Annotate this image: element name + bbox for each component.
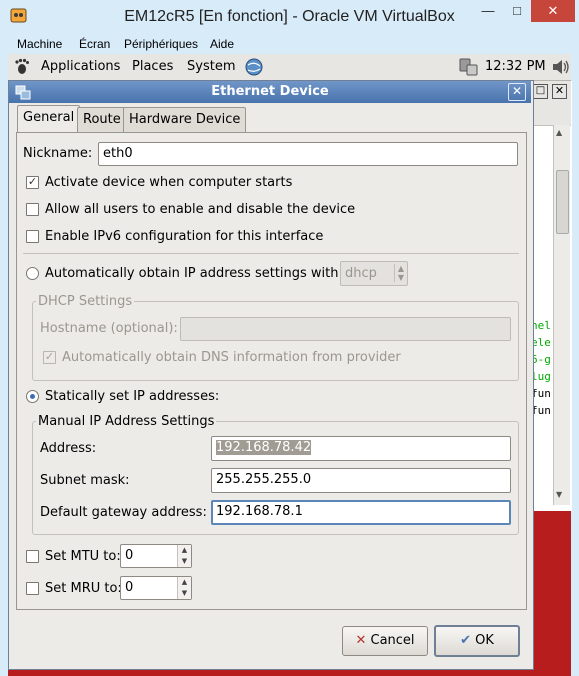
gateway-input[interactable]: 192.168.78.1 [211,500,511,525]
volume-icon[interactable] [551,57,571,81]
spinner-arrows-icon[interactable]: ▲ ▼ [177,545,191,567]
ok-icon: ✔ [460,633,471,648]
cancel-icon: ✕ [355,633,367,648]
ip-method-combo[interactable]: dhcp ▲ ▼ [340,261,408,286]
mtu-value: 0 [125,548,134,563]
auto-dns-label: Automatically obtain DNS information fro… [62,350,401,365]
scroll-down-arrow-icon[interactable]: ▼ [556,490,562,499]
tab-general[interactable]: General [17,105,81,133]
host-menubar: Machine Écran Périphériques Aide [8,34,571,54]
menu-ecran[interactable]: Écran [79,37,110,51]
set-mtu-label: Set MTU to: [45,549,121,564]
dialog-title: Ethernet Device [211,84,329,99]
panel-system[interactable]: System [187,59,235,74]
dialog-titlebar: Ethernet Device ✕ [9,81,531,103]
enable-ipv6-label: Enable IPv6 configuration for this inter… [45,229,324,244]
nickname-label: Nickname: [23,146,93,161]
auto-ip-radio[interactable] [26,267,39,280]
window-frame-right [571,34,579,676]
panel-clock[interactable]: 12:32 PM [485,59,546,74]
dhcp-settings-title: DHCP Settings [36,294,135,309]
static-ip-radio[interactable] [26,390,39,403]
separator [23,253,519,254]
tab-general-label: General [23,110,75,125]
enable-ipv6-checkbox[interactable] [26,230,39,243]
ip-method-value: dhcp [345,266,377,281]
terminal-scrollbar[interactable]: ▲ ▼ [553,125,570,505]
scrollbar-thumb[interactable] [556,170,569,234]
tab-route-label: Route [83,112,121,127]
maximize-button[interactable]: □ [503,0,531,22]
mru-value: 0 [125,580,134,595]
gnome-panel: Applications Places System 12:32 PM [8,54,571,81]
set-mtu-checkbox[interactable] [26,550,39,563]
menu-machine[interactable]: Machine [17,37,62,51]
minimize-button[interactable]: — [474,0,502,22]
auto-dns-checkbox[interactable]: ✓ [43,351,56,364]
tab-hardware-device[interactable]: Hardware Device [123,107,247,132]
cancel-button-label: Cancel [370,633,415,648]
network-globe-icon[interactable] [244,57,264,81]
scroll-up-arrow-icon[interactable]: ▲ [556,128,562,137]
ok-button[interactable]: ✔ OK [434,625,520,657]
hostname-input[interactable] [180,317,511,341]
static-ip-label: Statically set IP addresses: [45,389,220,404]
address-value: 192.168.78.42 [216,440,312,455]
tab-hardware-device-label: Hardware Device [129,112,241,127]
activate-device-label: Activate device when computer starts [45,175,293,190]
close-button[interactable]: ✕ [531,0,575,22]
activate-device-checkbox[interactable]: ✓ [26,176,39,189]
panel-applications[interactable]: Applications [41,59,120,74]
set-mru-checkbox[interactable] [26,582,39,595]
ok-button-label: OK [475,633,494,648]
address-label: Address: [40,441,97,456]
bg-close-icon[interactable]: ✕ [552,84,567,99]
spinner-arrows-icon[interactable]: ▲ ▼ [177,577,191,599]
cancel-button[interactable]: ✕ Cancel [342,626,428,656]
nickname-input[interactable]: eth0 [98,142,518,166]
window-frame-left [0,34,8,676]
combo-arrows-icon: ▲ ▼ [393,264,404,282]
network-manager-icon[interactable] [458,57,480,81]
subnet-mask-label: Subnet mask: [40,473,130,488]
host-titlebar: EM12cR5 [En fonction] - Oracle VM Virtua… [0,0,579,34]
mru-spinner[interactable]: 0 ▲ ▼ [120,576,192,600]
hostname-label: Hostname (optional): [40,321,178,336]
tab-route[interactable]: Route [77,107,127,132]
address-input[interactable]: 192.168.78.42 [211,436,511,461]
dhcp-settings-frame [32,301,519,381]
allow-users-label: Allow all users to enable and disable th… [45,202,356,217]
dialog-close-icon[interactable]: ✕ [508,83,526,101]
auto-ip-label: Automatically obtain IP address settings… [45,266,343,281]
mtu-spinner[interactable]: 0 ▲ ▼ [120,544,192,568]
menu-aide[interactable]: Aide [210,37,234,51]
panel-places[interactable]: Places [132,59,173,74]
gnome-foot-icon [14,58,30,79]
subnet-mask-input[interactable]: 255.255.255.0 [211,468,511,493]
bg-maximize-icon[interactable]: □ [533,84,548,99]
gateway-label: Default gateway address: [40,505,207,520]
set-mru-label: Set MRU to: [45,581,122,596]
allow-users-checkbox[interactable] [26,203,39,216]
manual-ip-settings-title: Manual IP Address Settings [36,414,217,429]
menu-peripheriques[interactable]: Périphériques [124,37,198,51]
